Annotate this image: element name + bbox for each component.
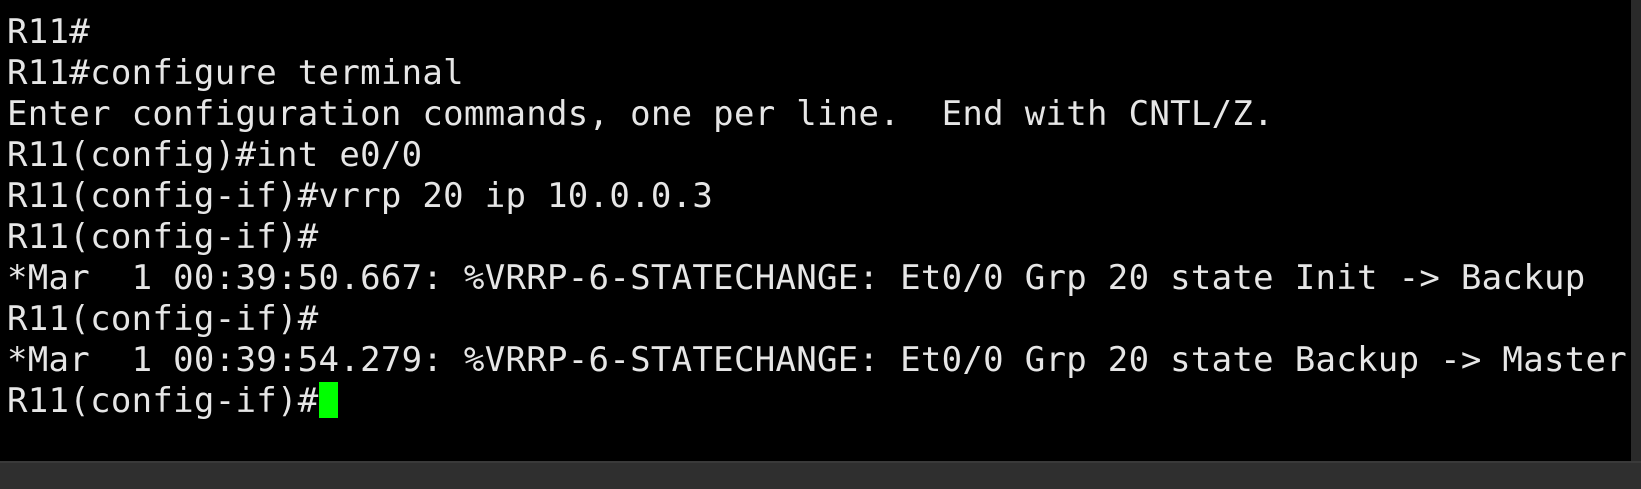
window-status-bar bbox=[0, 461, 1641, 489]
terminal-prompt-line[interactable]: R11(config-if)# bbox=[7, 381, 1631, 422]
terminal-line: R11(config-if)#vrrp 20 ip 10.0.0.3 bbox=[7, 176, 714, 216]
terminal-line: R11#configure terminal bbox=[7, 53, 464, 93]
terminal-cursor bbox=[318, 382, 338, 418]
terminal-line: R11(config-if)# bbox=[7, 299, 319, 339]
terminal-prompt: R11(config-if)# bbox=[7, 381, 319, 421]
terminal-log-line: *Mar 1 00:39:54.279: %VRRP-6-STATECHANGE… bbox=[7, 340, 1628, 380]
terminal-line: R11(config-if)# bbox=[7, 217, 319, 257]
terminal-screen[interactable]: R11# R11#configure terminal Enter config… bbox=[0, 0, 1631, 461]
terminal-scrollbar[interactable] bbox=[1631, 0, 1641, 461]
terminal-log-line: *Mar 1 00:39:50.667: %VRRP-6-STATECHANGE… bbox=[7, 258, 1586, 298]
terminal-line: Enter configuration commands, one per li… bbox=[7, 94, 1274, 134]
terminal-window: R11# R11#configure terminal Enter config… bbox=[0, 0, 1641, 489]
terminal-line: R11# bbox=[7, 12, 91, 52]
terminal-line: R11(config)#int e0/0 bbox=[7, 135, 423, 175]
